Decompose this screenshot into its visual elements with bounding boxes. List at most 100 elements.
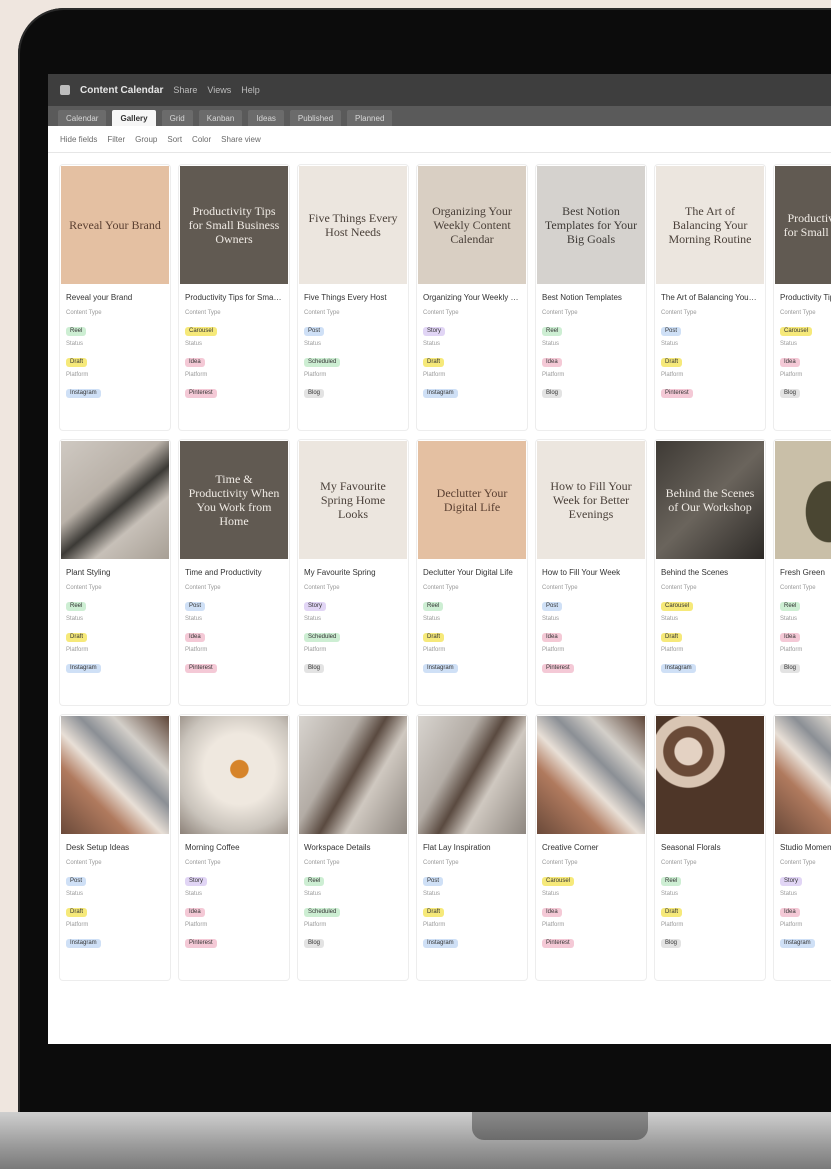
filter-group[interactable]: Group — [135, 135, 157, 144]
tab-calendar[interactable]: Calendar — [58, 110, 107, 126]
field-label: Content Type — [185, 860, 221, 866]
tab-gallery[interactable]: Gallery — [112, 110, 156, 126]
field-label: Status — [304, 616, 322, 622]
card-field: Content Type Reel — [536, 306, 646, 337]
field-label: Platform — [661, 922, 684, 928]
tab-ideas[interactable]: Ideas — [248, 110, 284, 126]
field-label: Status — [185, 891, 203, 897]
field-label: Platform — [185, 372, 208, 378]
field-pill: Reel — [66, 602, 87, 611]
filter-share-view[interactable]: Share view — [221, 135, 261, 144]
tab-planned[interactable]: Planned — [347, 110, 393, 126]
gallery-card[interactable]: Productivity Tips for Small Business Prod… — [774, 165, 831, 430]
field-pill: Post — [66, 877, 87, 886]
filter-filter[interactable]: Filter — [107, 135, 125, 144]
card-field: Platform Instagram — [60, 643, 170, 674]
gallery-card[interactable]: My Favourite Spring Home Looks My Favouri… — [298, 440, 408, 705]
filter-color[interactable]: Color — [192, 135, 211, 144]
card-field: Content Type Carousel — [655, 581, 765, 612]
field-label: Platform — [185, 647, 208, 653]
card-title: Creative Corner — [542, 843, 599, 852]
field-pill: Blog — [661, 939, 682, 948]
filter-hide-fields[interactable]: Hide fields — [60, 135, 97, 144]
gallery-card[interactable]: Five Things Every Host Needs Five Things … — [298, 165, 408, 430]
gallery-card[interactable]: Plant Styling Content Type Reel Status Draft… — [60, 440, 170, 705]
gallery-card[interactable]: Workspace Details Content Type Reel Status S… — [298, 715, 408, 980]
card-field: Status Draft — [655, 337, 765, 368]
card-field: Platform Instagram — [655, 643, 765, 674]
filter-sort[interactable]: Sort — [167, 135, 182, 144]
field-pill: Story — [780, 877, 803, 886]
card-cover-image — [775, 441, 831, 559]
menu-views[interactable]: Views — [207, 85, 231, 95]
card-cover-image: Five Things Every Host Needs — [299, 166, 407, 284]
menu-share[interactable]: Share — [173, 85, 197, 95]
cover-text: Time & Productivity When You Work from H… — [188, 472, 280, 528]
cover-text: How to Fill Your Week for Better Evening… — [550, 479, 632, 521]
card-field: Status Scheduled — [298, 612, 408, 643]
laptop-base — [0, 1112, 831, 1169]
field-label: Platform — [66, 372, 89, 378]
field-pill: Blog — [542, 389, 563, 398]
gallery-card[interactable]: The Art of Balancing Your Morning Routin… — [655, 165, 765, 430]
gallery-card[interactable]: Time & Productivity When You Work from H… — [179, 440, 289, 705]
field-label: Content Type — [304, 860, 340, 866]
card-title: Five Things Every Host — [304, 293, 387, 302]
tab-published[interactable]: Published — [289, 110, 342, 126]
gallery-card[interactable]: Flat Lay Inspiration Content Type Post Stat… — [417, 715, 527, 980]
card-title: Seasonal Florals — [661, 843, 721, 852]
gallery-card[interactable]: Best Notion Templates for Your Big Goals… — [536, 165, 646, 430]
card-field: Status Idea — [774, 887, 831, 918]
gallery-card[interactable]: Studio Moments Content Type Story Status Ide… — [774, 715, 831, 980]
field-label: Content Type — [66, 860, 102, 866]
field-label: Status — [304, 891, 322, 897]
card-cover-image: Reveal Your Brand — [61, 166, 169, 284]
field-pill: Draft — [66, 633, 88, 642]
field-pill: Post — [185, 602, 206, 611]
field-label: Platform — [661, 372, 684, 378]
field-label: Platform — [661, 647, 684, 653]
tab-grid[interactable]: Grid — [161, 110, 193, 126]
cover-text: Best Notion Templates for Your Big Goals — [544, 204, 638, 246]
menu-help[interactable]: Help — [241, 85, 260, 95]
gallery-card[interactable]: Behind the Scenes of Our Workshop Behind … — [655, 440, 765, 705]
gallery-card[interactable]: Desk Setup Ideas Content Type Post Status Dr… — [60, 715, 170, 980]
field-pill: Idea — [542, 908, 562, 917]
card-title: Declutter Your Digital Life — [423, 568, 513, 577]
card-field: Content Type Post — [536, 581, 646, 612]
gallery-card[interactable]: Creative Corner Content Type Carousel Statu… — [536, 715, 646, 980]
tab-kanban[interactable]: Kanban — [198, 110, 243, 126]
card-field: Content Type Reel — [774, 581, 831, 612]
gallery-card[interactable]: Fresh Green Content Type Reel Status Idea Pla… — [774, 440, 831, 705]
field-pill: Idea — [185, 358, 205, 367]
cover-text: Productivity Tips for Small Business — [783, 211, 831, 239]
field-pill: Pinterest — [542, 664, 574, 673]
card-field: Platform Pinterest — [536, 643, 646, 674]
field-pill: Blog — [780, 389, 801, 398]
field-label: Platform — [423, 647, 446, 653]
gallery-card[interactable]: Reveal Your Brand Reveal your Brand Conten… — [60, 165, 170, 430]
cover-text: Organizing Your Weekly Content Calendar — [432, 204, 512, 246]
card-cover-image — [180, 716, 288, 834]
card-title: Flat Lay Inspiration — [423, 843, 491, 852]
card-field: Platform Instagram — [60, 918, 170, 949]
field-label: Status — [185, 341, 203, 347]
card-cover-image: Productivity Tips for Small Business Own… — [180, 166, 288, 284]
field-pill: Post — [423, 877, 444, 886]
gallery-card[interactable]: Productivity Tips for Small Business Own… — [179, 165, 289, 430]
field-label: Platform — [780, 922, 803, 928]
card-field: Platform Blog — [655, 918, 765, 949]
card-field: Status Draft — [60, 887, 170, 918]
field-label: Status — [66, 891, 84, 897]
gallery-card[interactable]: How to Fill Your Week for Better Evening… — [536, 440, 646, 705]
app-name: Content Calendar — [80, 84, 164, 96]
field-label: Platform — [304, 647, 327, 653]
gallery-card[interactable]: Morning Coffee Content Type Story Status Ide… — [179, 715, 289, 980]
gallery-card[interactable]: Declutter Your Digital Life Declutter You… — [417, 440, 527, 705]
gallery-card[interactable]: Organizing Your Weekly Content Calendar O… — [417, 165, 527, 430]
card-field: Content Type Reel — [417, 581, 527, 612]
card-cover-image: How to Fill Your Week for Better Evening… — [537, 441, 645, 559]
gallery-card[interactable]: Seasonal Florals Content Type Reel Status Dr… — [655, 715, 765, 980]
field-pill: Draft — [66, 908, 88, 917]
field-pill: Blog — [304, 939, 325, 948]
